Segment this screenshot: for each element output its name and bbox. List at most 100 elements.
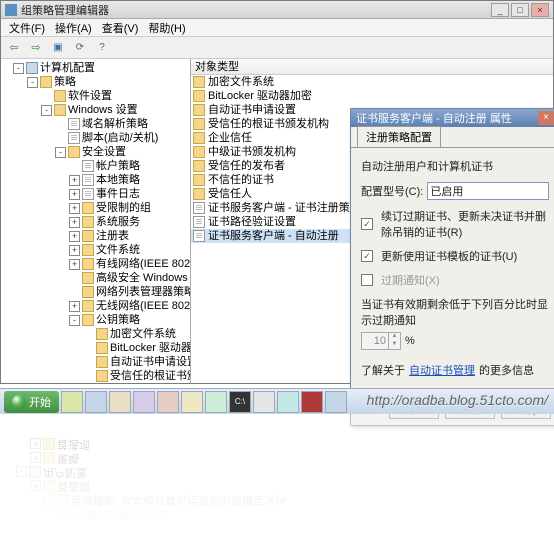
tree-item[interactable]: 帐户策略 bbox=[1, 159, 190, 173]
tree-pane[interactable]: -计算机配置-策略软件设置-Windows 设置域名解析策略脚本(启动/关机)-… bbox=[1, 59, 191, 383]
list-item-label: 加密文件系统 bbox=[208, 75, 274, 89]
tree-item[interactable]: 网络列表管理器策略 bbox=[1, 285, 190, 299]
forward-button[interactable]: ⇨ bbox=[27, 39, 45, 57]
task-item[interactable] bbox=[181, 391, 203, 413]
folder-icon bbox=[54, 104, 66, 116]
folder-icon bbox=[68, 146, 80, 158]
task-item[interactable] bbox=[301, 391, 323, 413]
percent-symbol: % bbox=[405, 335, 415, 347]
column-header[interactable]: 对象类型 bbox=[191, 59, 553, 75]
task-item[interactable] bbox=[133, 391, 155, 413]
tree-item[interactable]: +受限制的组 bbox=[1, 201, 190, 215]
doc-icon bbox=[82, 174, 94, 186]
tree-item[interactable]: -安全设置 bbox=[1, 145, 190, 159]
refresh-button[interactable]: ⟳ bbox=[71, 39, 89, 57]
tree-item[interactable]: 域名解析策略 bbox=[1, 117, 190, 131]
folder-icon bbox=[96, 328, 108, 340]
tree-item[interactable]: +事件日志 bbox=[1, 187, 190, 201]
tree-item[interactable]: 高级安全 Windows 防火墙 bbox=[1, 271, 190, 285]
tree-item[interactable]: +本地策略 bbox=[1, 173, 190, 187]
dialog-close-button[interactable]: × bbox=[538, 111, 554, 125]
expand-toggle[interactable]: + bbox=[44, 495, 55, 506]
expand-toggle[interactable]: + bbox=[30, 453, 41, 464]
tree-item[interactable]: 脚本(启动/关机) bbox=[1, 131, 190, 145]
menu-action[interactable]: 操作(A) bbox=[51, 20, 96, 36]
tree-item-label: 域名解析策略 bbox=[82, 117, 148, 131]
doc-icon bbox=[193, 230, 205, 242]
tree-item[interactable]: 软件设置 bbox=[1, 89, 190, 103]
expand-toggle[interactable]: - bbox=[55, 147, 66, 158]
tree-item[interactable]: BitLocker 驱动器加密 bbox=[1, 341, 190, 355]
expand-toggle[interactable]: + bbox=[69, 175, 80, 186]
task-item[interactable] bbox=[325, 391, 347, 413]
list-item[interactable]: BitLocker 驱动器加密 bbox=[191, 89, 553, 103]
expand-toggle[interactable]: + bbox=[69, 301, 80, 312]
dialog-titlebar: 证书服务客户端 - 自动注册 属性 × bbox=[351, 109, 554, 127]
folder-icon bbox=[96, 356, 108, 368]
tree-item[interactable]: -策略 bbox=[1, 75, 190, 89]
menu-view[interactable]: 查看(V) bbox=[98, 20, 143, 36]
task-item[interactable]: C:\ bbox=[229, 391, 251, 413]
tree-item-label: 软件设置 bbox=[68, 89, 112, 103]
tree-item-label: 帐户策略 bbox=[96, 159, 140, 173]
minimize-button[interactable]: _ bbox=[491, 3, 509, 17]
task-item[interactable] bbox=[205, 391, 227, 413]
task-item[interactable] bbox=[85, 391, 107, 413]
expand-toggle[interactable]: + bbox=[30, 481, 41, 492]
tree-item[interactable]: +文件系统 bbox=[1, 243, 190, 257]
tree-item[interactable]: +有线网络(IEEE 802.3)策略 bbox=[1, 257, 190, 271]
tree-item[interactable]: 受信任的根证书颁发机构 bbox=[1, 369, 190, 383]
expand-toggle[interactable]: + bbox=[69, 189, 80, 200]
tree-item[interactable]: -计算机配置 bbox=[1, 61, 190, 75]
tree-item[interactable]: +系统服务 bbox=[1, 215, 190, 229]
expand-toggle[interactable]: - bbox=[16, 467, 27, 478]
expire-notify-checkbox[interactable] bbox=[361, 274, 373, 286]
menu-help[interactable]: 帮助(H) bbox=[144, 20, 189, 36]
learn-link[interactable]: 自动证书管理 bbox=[409, 362, 475, 378]
model-select[interactable]: 已启用 bbox=[427, 182, 549, 200]
folder-icon bbox=[96, 342, 108, 354]
expand-toggle[interactable]: + bbox=[30, 439, 41, 450]
task-item[interactable] bbox=[157, 391, 179, 413]
tree-item-label: 高级安全 Windows 防火墙 bbox=[96, 271, 190, 285]
start-button[interactable]: 开始 bbox=[4, 391, 59, 413]
expand-toggle[interactable]: + bbox=[69, 259, 80, 270]
expand-toggle[interactable]: - bbox=[41, 105, 52, 116]
list-item-label: 自动证书申请设置 bbox=[208, 103, 296, 117]
list-item[interactable]: 加密文件系统 bbox=[191, 75, 553, 89]
expand-toggle[interactable]: + bbox=[69, 245, 80, 256]
percent-spinner[interactable]: ▲▼ bbox=[361, 332, 401, 350]
expand-toggle[interactable]: - bbox=[13, 63, 24, 74]
expand-toggle[interactable]: - bbox=[27, 77, 38, 88]
expand-toggle[interactable]: + bbox=[69, 203, 80, 214]
tree-item[interactable]: -公钥策略 bbox=[1, 313, 190, 327]
expand-toggle[interactable]: + bbox=[69, 231, 80, 242]
titlebar: 组策略管理编辑器 _ □ × bbox=[1, 1, 553, 19]
back-button[interactable]: ⇦ bbox=[5, 39, 23, 57]
tree-item[interactable]: +无线网络(IEEE 802.11)策略 bbox=[1, 299, 190, 313]
close-button[interactable]: × bbox=[531, 3, 549, 17]
renew-checkbox[interactable]: ✓ bbox=[361, 218, 373, 230]
list-item-label: 证书服务客户端 - 自动注册 bbox=[208, 229, 339, 243]
task-item[interactable] bbox=[61, 391, 83, 413]
tab-enrollment-policy[interactable]: 注册策略配置 bbox=[357, 126, 441, 147]
up-button[interactable]: ▣ bbox=[49, 39, 67, 57]
tree-item-label: 基于策略的 QoS bbox=[85, 507, 165, 521]
computer-icon bbox=[26, 62, 38, 74]
tree-item[interactable]: 加密文件系统 bbox=[1, 327, 190, 341]
task-item[interactable] bbox=[253, 391, 275, 413]
menu-file[interactable]: 文件(F) bbox=[5, 20, 49, 36]
window-title: 组策略管理编辑器 bbox=[21, 2, 491, 18]
expand-toggle[interactable]: - bbox=[69, 315, 80, 326]
update-template-checkbox[interactable]: ✓ bbox=[361, 250, 373, 262]
tree-item[interactable]: -Windows 设置 bbox=[1, 103, 190, 117]
maximize-button[interactable]: □ bbox=[511, 3, 529, 17]
expand-toggle[interactable]: + bbox=[69, 217, 80, 228]
tree-item[interactable]: 自动证书申请设置 bbox=[1, 355, 190, 369]
expand-toggle[interactable]: + bbox=[58, 509, 69, 520]
tree-item[interactable]: +注册表 bbox=[1, 229, 190, 243]
folder-icon bbox=[43, 452, 55, 464]
task-item[interactable] bbox=[109, 391, 131, 413]
help-icon[interactable]: ? bbox=[93, 39, 111, 57]
task-item[interactable] bbox=[277, 391, 299, 413]
